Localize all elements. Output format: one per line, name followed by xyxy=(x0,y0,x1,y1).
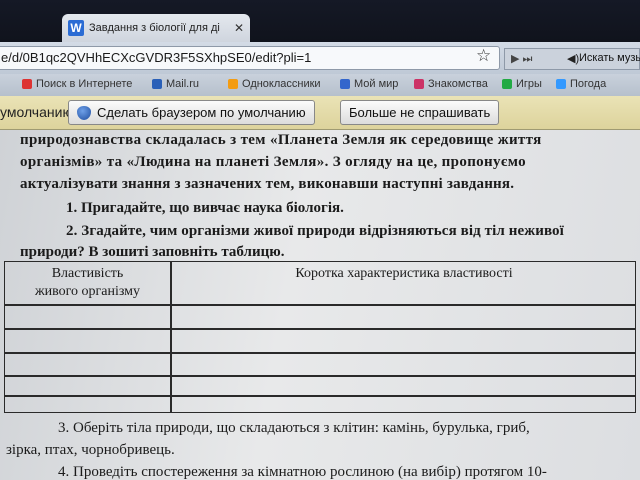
paragraph-line: організмів» та «Людина на планеті Земля»… xyxy=(20,154,526,170)
heart-icon xyxy=(414,79,424,89)
odnoklassniki-icon xyxy=(228,79,238,89)
bookmark-star-icon[interactable]: ☆ xyxy=(476,46,491,66)
infobar-text: умолчанию xyxy=(0,104,73,120)
bookmark-pogoda[interactable]: Погода xyxy=(556,78,606,90)
paragraph-line: природознавства складалась з тем «Планет… xyxy=(20,132,542,148)
music-search-input[interactable]: Искать музы xyxy=(579,52,640,64)
task-3: 3. Оберіть тіла природи, що складаються … xyxy=(58,420,530,436)
document-page: природознавства складалась з тем «Планет… xyxy=(0,130,640,480)
task-2-cont: природи? В зошиті заповніть таблицю. xyxy=(20,244,285,260)
paragraph-line: актуалізувати знання з зазначених тем, в… xyxy=(20,176,515,192)
address-bar[interactable]: e/d/0B1qc2QVHhECXcGVDR3F5SXhpSE0/edit?pl… xyxy=(0,46,500,70)
bookmark-mailru[interactable]: Mail.ru xyxy=(152,78,199,90)
word-doc-icon: W xyxy=(68,20,84,36)
close-icon[interactable]: ✕ xyxy=(234,21,244,35)
task-2: 2. Згадайте, чим організми живої природи… xyxy=(66,223,564,239)
browser-tab[interactable]: W Завдання з біології для ді ✕ xyxy=(62,14,250,42)
play-controls-icon[interactable]: ▶ ⏭ xyxy=(511,52,532,66)
moi-mir-icon xyxy=(340,79,350,89)
bookmark-odnoklassniki[interactable]: Одноклассники xyxy=(228,78,321,90)
music-search-bar[interactable]: ▶ ⏭ ◀) Искать музы xyxy=(504,48,640,70)
properties-table: Властивість живого організму Коротка хар… xyxy=(4,261,636,413)
search-icon xyxy=(22,79,32,89)
bookmark-znakomstva[interactable]: Знакомства xyxy=(414,78,488,90)
tab-title: Завдання з біології для ді xyxy=(89,22,220,34)
bookmark-igry[interactable]: Игры xyxy=(502,78,542,90)
task-1: 1. Пригадайте, що вивчає наука біологія. xyxy=(66,200,344,216)
speaker-icon[interactable]: ◀) xyxy=(567,52,579,65)
table-header-characteristic: Коротка характеристика властивості xyxy=(295,266,513,281)
shield-icon xyxy=(77,105,91,120)
task-4: 4. Проведіть спостереження за кімнатною … xyxy=(58,464,547,480)
bookmark-moi-mir[interactable]: Мой мир xyxy=(340,78,398,90)
task-3-cont: зірка, птах, чорнобривець. xyxy=(6,442,175,458)
bookmark-search[interactable]: Поиск в Интернете xyxy=(22,78,132,90)
bookmarks-bar: Поиск в Интернете Mail.ru Одноклассники … xyxy=(0,74,640,96)
table-header-property: Властивість живого організму xyxy=(34,266,141,299)
default-browser-infobar: умолчанию Сделать браузером по умолчанию… xyxy=(0,96,640,130)
games-icon xyxy=(502,79,512,89)
make-default-button[interactable]: Сделать браузером по умолчанию xyxy=(68,100,315,125)
dont-ask-again-button[interactable]: Больше не спрашивать xyxy=(340,100,500,125)
weather-icon xyxy=(556,79,566,89)
mail-icon xyxy=(152,79,162,89)
